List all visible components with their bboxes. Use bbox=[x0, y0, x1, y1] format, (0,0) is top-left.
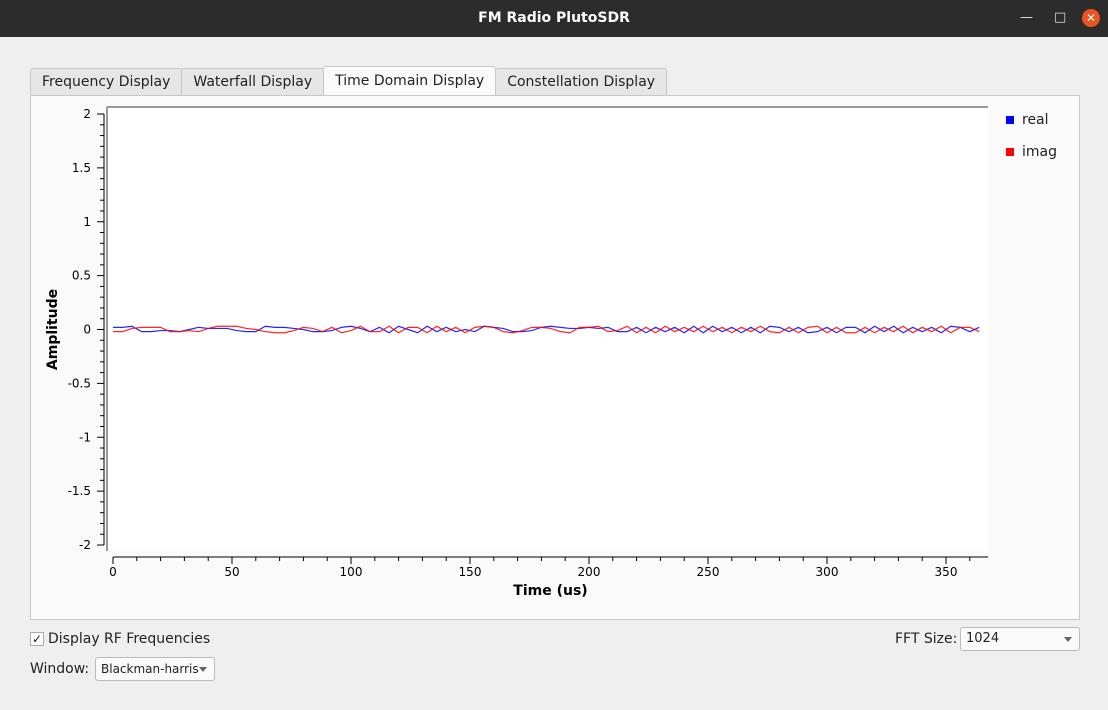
y-tick-label: 1.5 bbox=[72, 161, 91, 175]
legend-imag[interactable]: imag bbox=[1006, 144, 1057, 160]
title-bar: FM Radio PlutoSDR bbox=[0, 0, 1108, 37]
window-value: Blackman-harris bbox=[101, 662, 199, 676]
fft-size-value: 1024 bbox=[966, 631, 1000, 646]
x-tick-label: 250 bbox=[697, 565, 720, 579]
minimize-icon[interactable]: — bbox=[1020, 0, 1033, 37]
chevron-down-icon bbox=[1064, 637, 1072, 642]
tab-waterfall-display[interactable]: Waterfall Display bbox=[181, 68, 325, 95]
time-domain-plot[interactable]: 2 1.5 1 0.5 0 -0.5 -1 -1.5 -2 0 50 100 150 200 250 300 3… bbox=[31, 96, 1081, 621]
x-tick-label: 200 bbox=[578, 565, 601, 579]
y-tick-label: 1 bbox=[83, 215, 91, 229]
y-tick-label: 2 bbox=[83, 107, 91, 121]
legend-label-imag: imag bbox=[1022, 144, 1057, 160]
legend-swatch-real bbox=[1006, 116, 1014, 124]
y-tick-label: -0.5 bbox=[68, 376, 91, 390]
x-tick-label: 0 bbox=[109, 565, 117, 579]
y-tick-label: -1.5 bbox=[68, 484, 91, 498]
tab-constellation-display[interactable]: Constellation Display bbox=[495, 68, 668, 95]
window-select[interactable]: Blackman-harris bbox=[95, 657, 215, 681]
tab-bar: Frequency Display Waterfall Display Time… bbox=[30, 66, 668, 95]
display-rf-label: Display RF Frequencies bbox=[48, 631, 211, 647]
tab-time-domain-display[interactable]: Time Domain Display bbox=[323, 66, 497, 95]
x-tick-label: 350 bbox=[935, 565, 958, 579]
x-tick-label: 150 bbox=[459, 565, 482, 579]
y-tick-label: 0 bbox=[83, 323, 91, 337]
x-tick-label: 300 bbox=[816, 565, 839, 579]
x-tick-label: 50 bbox=[224, 565, 239, 579]
legend-real[interactable]: real bbox=[1006, 112, 1049, 128]
y-axis-label: Amplitude bbox=[45, 289, 61, 370]
plot-panel: 2 1.5 1 0.5 0 -0.5 -1 -1.5 -2 0 50 100 150 200 250 300 3… bbox=[30, 95, 1080, 620]
x-tick-label: 100 bbox=[340, 565, 363, 579]
window-label: Window: bbox=[30, 661, 90, 677]
tab-frequency-display[interactable]: Frequency Display bbox=[30, 68, 183, 95]
legend-swatch-imag bbox=[1006, 148, 1014, 156]
fft-size-label: FFT Size: bbox=[895, 631, 958, 647]
fft-size-select[interactable]: 1024 bbox=[960, 627, 1080, 651]
y-tick-label: -1 bbox=[79, 430, 91, 444]
chevron-down-icon bbox=[199, 667, 207, 672]
x-axis-label: Time (us) bbox=[513, 583, 587, 599]
maximize-icon[interactable]: □ bbox=[1054, 0, 1066, 37]
y-tick-label: 0.5 bbox=[72, 269, 91, 283]
close-icon[interactable]: ✕ bbox=[1082, 9, 1100, 27]
plot-canvas bbox=[107, 108, 988, 551]
y-tick-label: -2 bbox=[79, 538, 91, 552]
legend-label-real: real bbox=[1022, 112, 1049, 128]
display-rf-checkbox[interactable]: ✓ bbox=[30, 632, 44, 646]
window-title: FM Radio PlutoSDR bbox=[478, 10, 630, 26]
